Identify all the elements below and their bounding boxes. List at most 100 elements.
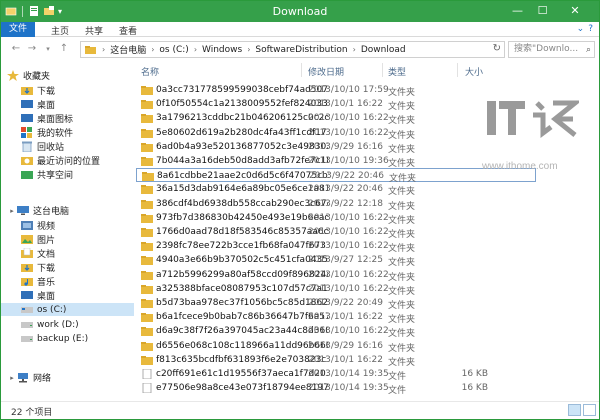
- refresh-button[interactable]: ↻: [493, 43, 501, 54]
- table-row[interactable]: 973fb7d386830b42450e493e19b6eadc 2013/10/…: [136, 211, 536, 226]
- nav-item-desktop-icons[interactable]: 桌面图标: [21, 112, 73, 125]
- file-name: a712b5996299a80af58ccd09f896824a: [156, 269, 328, 280]
- table-row[interactable]: 5e80602d619a2b280dc4fa43ff1cdf17 2013/10/…: [136, 126, 536, 141]
- table-row[interactable]: e77506e98a8ce43e073f18794ee8197... 2013/1…: [136, 381, 536, 396]
- nav-item-downloads[interactable]: 下载: [21, 84, 55, 97]
- table-row[interactable]: 1766d0aad78d18f583546c85357aa6cc 2013/10/…: [136, 225, 536, 240]
- nav-item-pictures[interactable]: 图片: [21, 233, 55, 246]
- nav-item-my-software[interactable]: 我的软件: [21, 126, 73, 139]
- nav-thispc[interactable]: ▸ 这台电脑: [7, 204, 69, 217]
- nav-item-drive-d[interactable]: work (D:): [21, 318, 79, 331]
- table-row[interactable]: 3a1796213cddbc21b046206125c0c2c1 2013/10/…: [136, 111, 536, 126]
- column-header-size[interactable]: 大小: [465, 65, 483, 78]
- folder-icon: [142, 172, 154, 182]
- search-placeholder: 搜索"Downlo...: [514, 44, 579, 54]
- window-controls: — ☐ ✕: [505, 1, 595, 19]
- nav-item-documents[interactable]: 文档: [21, 247, 55, 260]
- file-date: 2013/10/10 16:22: [308, 127, 389, 138]
- table-row[interactable]: 8a61cdbbe21aae2c0d6d5c6f47075cb5 2013/9/2…: [136, 168, 536, 184]
- file-date: 2013/9/29 16:16: [308, 141, 383, 152]
- tab-view[interactable]: 查看: [119, 24, 137, 37]
- file-icon: [142, 369, 152, 379]
- table-row[interactable]: 4940a3e66b9b370502c5c451cfa0435d 2013/9/2…: [136, 253, 536, 268]
- breadcrumb-softwaredistribution[interactable]: SoftwareDistribution: [255, 45, 347, 55]
- folder-icon: [141, 213, 153, 223]
- column-header-type[interactable]: 类型: [388, 65, 406, 78]
- nav-item-recent-places[interactable]: 最近访问的位置: [21, 154, 100, 167]
- breadcrumb-download[interactable]: Download: [361, 45, 406, 55]
- folder-icon: [141, 284, 153, 294]
- folder-icon: [141, 142, 153, 152]
- chevron-right-icon[interactable]: ›: [194, 45, 197, 54]
- column-header-name[interactable]: 名称: [141, 65, 159, 78]
- table-row[interactable]: 386cdf4bd6938db558ccab290ec3c674 2013/9/2…: [136, 197, 536, 212]
- up-button[interactable]: ↑: [57, 42, 71, 56]
- table-row[interactable]: 36a15d3dab9164e6a89bc05e6ce1a815 2013/9/2…: [136, 182, 536, 197]
- nav-item-videos[interactable]: 视频: [21, 219, 55, 232]
- nav-item-recycle-bin[interactable]: 回收站: [21, 140, 64, 153]
- table-row[interactable]: a712b5996299a80af58ccd09f896824a 2013/10/…: [136, 268, 536, 283]
- nav-item-drive-c[interactable]: os (C:): [1, 303, 134, 316]
- table-row[interactable]: 6ad0b4a93e520136877052c3e4983020 2013/9/2…: [136, 140, 536, 155]
- nav-label: 收藏夹: [23, 72, 51, 82]
- column-header-date[interactable]: 修改日期: [308, 65, 344, 78]
- chevron-right-icon[interactable]: ›: [353, 45, 356, 54]
- nav-item-desktop[interactable]: 桌面: [21, 98, 55, 111]
- details-view-button[interactable]: [568, 404, 581, 416]
- table-row[interactable]: 0f10f50554c1a2138009552fef824033 2013/10/…: [136, 97, 536, 112]
- search-input[interactable]: 搜索"Downlo... ⌕: [508, 41, 595, 58]
- tab-file[interactable]: 文件: [1, 22, 35, 37]
- breadcrumb-thispc[interactable]: 这台电脑: [110, 43, 146, 56]
- file-name: a325388bface08087953c107d57c7a10: [156, 283, 328, 294]
- nav-item-drive-e[interactable]: backup (E:): [21, 332, 88, 345]
- forward-button[interactable]: →: [25, 42, 39, 56]
- file-type: 文件夹: [388, 130, 416, 141]
- table-row[interactable]: 7b044a3a16deb50d8add3afb72fe7c18 2013/10/…: [136, 154, 536, 169]
- tab-home[interactable]: 主页: [51, 24, 69, 37]
- recent-locations-icon[interactable]: ▾: [41, 42, 55, 56]
- ribbon-tabs: 文件 主页 共享 查看 ⌄ ?: [1, 22, 599, 37]
- file-type: 文件夹: [388, 301, 416, 311]
- expand-icon[interactable]: ▸: [7, 207, 17, 215]
- close-button[interactable]: ✕: [555, 1, 595, 19]
- column-divider[interactable]: [301, 63, 302, 77]
- table-row[interactable]: 0a3cc731778599599038cebf74ad5078 2013/10/…: [136, 83, 536, 98]
- column-divider[interactable]: [382, 63, 383, 77]
- maximize-button[interactable]: ☐: [530, 1, 555, 19]
- table-row[interactable]: a325388bface08087953c107d57c7a10 2013/10/…: [136, 282, 536, 297]
- file-name: 7b044a3a16deb50d8add3afb72fe7c18: [156, 156, 328, 166]
- minimize-button[interactable]: —: [505, 1, 530, 19]
- title-bar[interactable]: ▾ Download — ☐ ✕: [1, 1, 599, 22]
- tab-share[interactable]: 共享: [85, 24, 103, 37]
- nav-item-downloads-pc[interactable]: 下载: [21, 261, 55, 274]
- table-row[interactable]: d6556e068c108c118966a11dd96b6608 2013/9/2…: [136, 339, 536, 354]
- file-date: 2013/10/10 17:59: [308, 85, 389, 95]
- table-row[interactable]: c20ff691e61c1d19556f37aeca1f7d20... 2013/…: [136, 367, 536, 382]
- search-icon[interactable]: ⌕: [586, 43, 591, 58]
- breadcrumb-windows[interactable]: Windows: [202, 45, 242, 55]
- nav-favorites[interactable]: 收藏夹: [7, 69, 50, 82]
- table-row[interactable]: b6a1fcece9b0bab7c86b36647b7f6a57 2013/10/…: [136, 310, 536, 325]
- nav-item-music[interactable]: 音乐: [21, 275, 55, 288]
- nav-network[interactable]: ▸ 网络: [7, 371, 51, 384]
- expand-ribbon-icon[interactable]: ⌄: [577, 24, 585, 34]
- help-button[interactable]: ?: [588, 24, 593, 34]
- chevron-right-icon[interactable]: ›: [151, 45, 154, 54]
- nav-item-shared-space[interactable]: 共享空间: [21, 168, 73, 181]
- table-row[interactable]: b5d73baa978ec37f1056bc5c85d18628 2013/9/2…: [136, 296, 536, 311]
- expand-icon[interactable]: ▸: [7, 374, 17, 382]
- chevron-right-icon[interactable]: ›: [247, 45, 250, 54]
- address-field[interactable]: › 这台电脑 › os (C:) › Windows › SoftwareDis…: [80, 41, 505, 58]
- breadcrumb-drive[interactable]: os (C:): [159, 45, 188, 55]
- file-date: 2013/10/10 16:22: [308, 113, 389, 124]
- large-icons-view-button[interactable]: [583, 404, 596, 416]
- table-row[interactable]: 2398fc78ee722b3cce1fb68fa047f673 2013/10/…: [136, 239, 536, 255]
- desktop-icon: [21, 100, 33, 108]
- file-type: 文件夹: [388, 244, 416, 255]
- back-button[interactable]: ←: [9, 42, 23, 56]
- table-row[interactable]: f813c635bcdfbf631893f6e2e703823c 2013/10/…: [136, 353, 536, 368]
- column-divider[interactable]: [457, 63, 458, 77]
- nav-item-desktop-pc[interactable]: 桌面: [21, 289, 55, 302]
- table-row[interactable]: d6a9c38f7f26a397045ac23a44c8d360 2013/10/…: [136, 324, 536, 339]
- nav-label: backup (E:): [37, 333, 89, 344]
